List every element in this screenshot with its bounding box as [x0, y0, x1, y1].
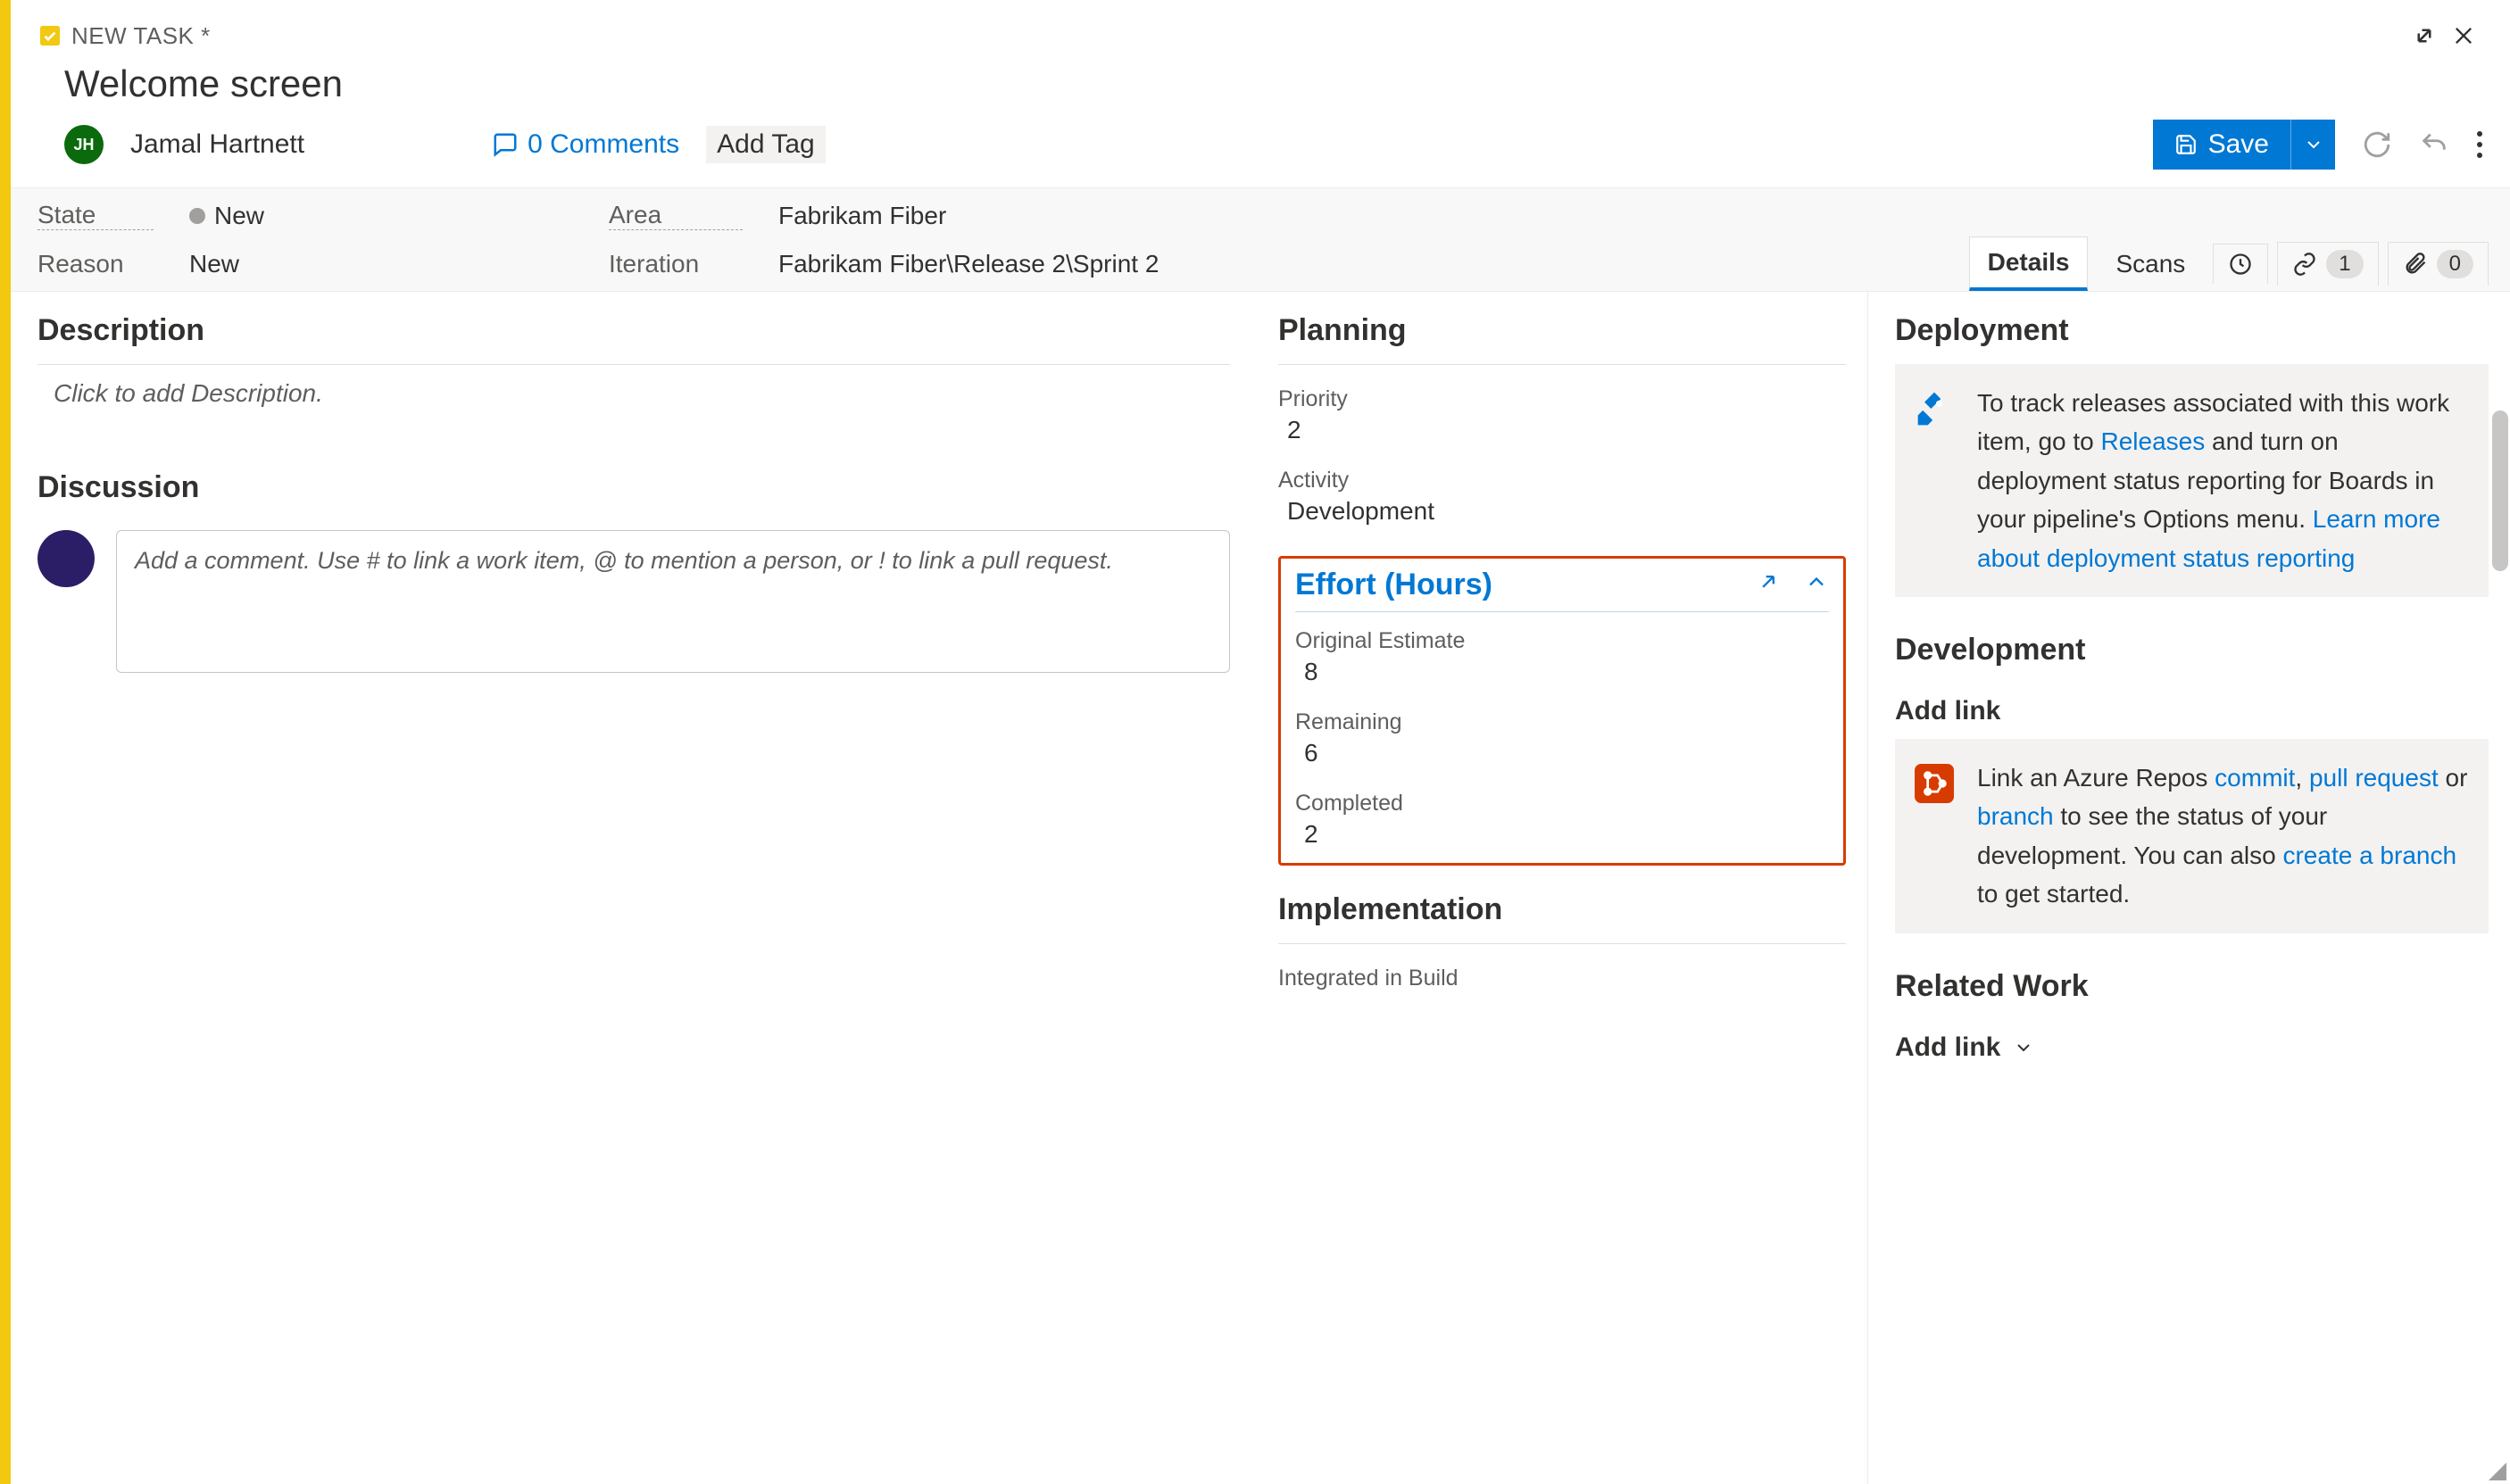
- window-header: NEW TASK *: [11, 0, 2510, 62]
- link-icon: [2292, 252, 2317, 277]
- state-dot-icon: [189, 208, 205, 224]
- resize-handle[interactable]: [2489, 1463, 2506, 1480]
- tab-history[interactable]: [2213, 244, 2268, 284]
- maximize-icon[interactable]: [2405, 18, 2444, 54]
- save-dropdown-button[interactable]: [2290, 120, 2335, 170]
- commit-link[interactable]: commit: [2215, 764, 2295, 792]
- branch-link[interactable]: branch: [1977, 802, 2054, 830]
- save-split-button: Save: [2153, 120, 2335, 170]
- related-add-link-button[interactable]: Add link: [1895, 1020, 2489, 1075]
- save-icon: [2174, 133, 2198, 156]
- activity-value[interactable]: Development: [1278, 493, 1846, 542]
- tab-attachments[interactable]: 0: [2388, 242, 2489, 286]
- releases-link[interactable]: Releases: [2101, 427, 2206, 455]
- task-type-label: NEW TASK *: [71, 22, 211, 50]
- development-title: Development: [1895, 633, 2489, 667]
- remaining-label: Remaining: [1295, 702, 1829, 735]
- comments-link[interactable]: 0 Comments: [492, 129, 679, 160]
- area-value[interactable]: Fabrikam Fiber: [778, 202, 946, 230]
- priority-label: Priority: [1278, 379, 1846, 412]
- kebab-icon: [2476, 131, 2483, 158]
- related-work-title: Related Work: [1895, 969, 2489, 1004]
- more-actions-button[interactable]: [2476, 131, 2483, 158]
- reason-label: Reason: [37, 250, 154, 278]
- remaining-value[interactable]: 6: [1295, 735, 1829, 783]
- reason-value[interactable]: New: [189, 250, 239, 278]
- tab-details[interactable]: Details: [1969, 236, 2089, 291]
- scrollbar-thumb[interactable]: [2492, 410, 2508, 571]
- completed-value[interactable]: 2: [1295, 817, 1829, 852]
- divider: [1278, 943, 1846, 944]
- close-icon[interactable]: [2444, 18, 2483, 54]
- effort-title: Effort (Hours): [1295, 568, 1492, 602]
- activity-label: Activity: [1278, 460, 1846, 493]
- undo-icon: [2419, 129, 2449, 160]
- refresh-button[interactable]: [2362, 129, 2392, 160]
- iteration-value[interactable]: Fabrikam Fiber\Release 2\Sprint 2: [778, 250, 1159, 278]
- effort-section-highlighted: Effort (Hours) Original Estimate 8 Rema: [1278, 556, 1846, 866]
- deployment-title: Deployment: [1895, 313, 2489, 348]
- state-value[interactable]: New: [189, 202, 264, 230]
- area-label: Area: [609, 201, 743, 230]
- task-type-icon: [37, 23, 62, 48]
- pull-request-link[interactable]: pull request: [2309, 764, 2439, 792]
- chevron-down-icon: [2013, 1037, 2034, 1058]
- tab-scans[interactable]: Scans: [2097, 238, 2204, 290]
- history-icon: [2228, 252, 2253, 277]
- assignee-name[interactable]: Jamal Hartnett: [130, 129, 304, 160]
- discussion-comment-input[interactable]: Add a comment. Use # to link a work item…: [116, 530, 1230, 673]
- repo-icon: [1913, 762, 1956, 805]
- divider: [37, 364, 1230, 365]
- attachment-icon: [2403, 252, 2428, 277]
- accent-bar: [0, 0, 11, 1484]
- links-count-badge: 1: [2326, 250, 2363, 278]
- comment-icon: [492, 131, 519, 158]
- iteration-label: Iteration: [609, 250, 743, 278]
- save-label: Save: [2208, 129, 2269, 160]
- deployment-info-box: To track releases associated with this w…: [1895, 364, 2489, 597]
- effort-expand-button[interactable]: [1756, 568, 1781, 602]
- save-button[interactable]: Save: [2153, 120, 2290, 170]
- integrated-build-label: Integrated in Build: [1278, 958, 1846, 991]
- discussion-title: Discussion: [37, 470, 1230, 505]
- rocket-icon: [1913, 387, 1956, 430]
- implementation-title: Implementation: [1278, 892, 1846, 927]
- work-item-title[interactable]: Welcome screen: [11, 62, 2510, 114]
- avatar[interactable]: JH: [64, 125, 104, 164]
- add-tag-button[interactable]: Add Tag: [706, 126, 826, 163]
- attachments-count-badge: 0: [2437, 250, 2473, 278]
- expand-icon: [1756, 569, 1781, 594]
- state-label: State: [37, 201, 154, 230]
- chevron-up-icon: [1804, 569, 1829, 594]
- chevron-down-icon: [2303, 134, 2324, 155]
- effort-collapse-button[interactable]: [1804, 568, 1829, 602]
- meta-strip: State New Reason New Area Fabrikam Fiber…: [11, 187, 2510, 292]
- assignee-row: JH Jamal Hartnett 0 Comments Add Tag Sav…: [11, 114, 2510, 187]
- create-branch-link[interactable]: create a branch: [2282, 841, 2456, 869]
- refresh-icon: [2362, 129, 2392, 160]
- development-info-box: Link an Azure Repos commit, pull request…: [1895, 739, 2489, 933]
- tab-strip: Details Scans 1 0: [1969, 236, 2489, 291]
- revert-button[interactable]: [2419, 129, 2449, 160]
- development-add-link-button[interactable]: Add link: [1895, 684, 2489, 739]
- original-estimate-label: Original Estimate: [1295, 621, 1829, 654]
- planning-title: Planning: [1278, 313, 1846, 348]
- priority-value[interactable]: 2: [1278, 412, 1846, 460]
- description-title: Description: [37, 313, 1230, 348]
- description-input[interactable]: Click to add Description.: [37, 379, 1230, 408]
- divider: [1278, 364, 1846, 365]
- tab-links[interactable]: 1: [2277, 242, 2378, 286]
- current-user-avatar: [37, 530, 95, 587]
- comments-count-label: 0 Comments: [528, 129, 679, 160]
- original-estimate-value[interactable]: 8: [1295, 654, 1829, 702]
- completed-label: Completed: [1295, 783, 1829, 817]
